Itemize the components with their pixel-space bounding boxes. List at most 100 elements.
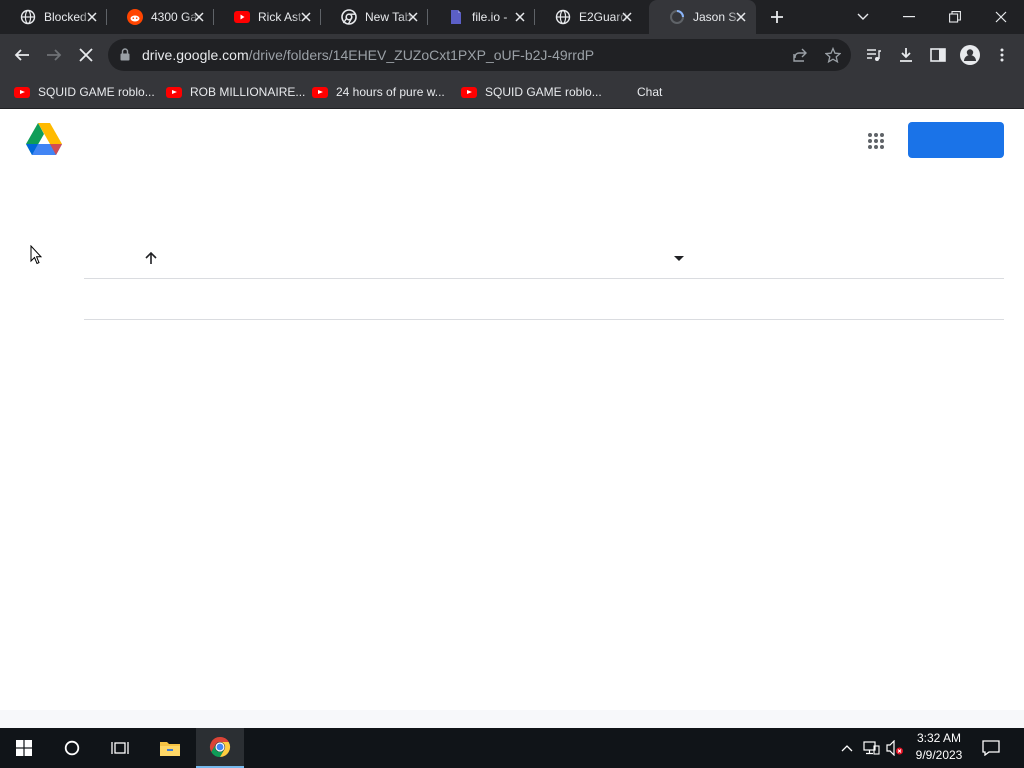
tab-youtube[interactable]: Rick Ast: [214, 0, 321, 34]
page-footer-strip: [0, 710, 1024, 728]
action-center-button[interactable]: [981, 738, 1001, 758]
address-bar[interactable]: drive.google.com/drive/folders/14EHEV_ZU…: [108, 39, 851, 71]
reddit-icon: [127, 9, 143, 25]
arrow-left-icon: [14, 49, 29, 61]
restore-button[interactable]: [932, 0, 978, 34]
bookmark-item[interactable]: ROB MILLIONAIRE...: [166, 83, 305, 101]
arrow-right-icon: [47, 49, 62, 61]
youtube-icon: [461, 86, 477, 98]
tab-search-button[interactable]: [840, 0, 886, 34]
bookmark-label: Chat: [637, 85, 663, 99]
google-apps-button[interactable]: [864, 129, 888, 153]
chevron-down-icon: [857, 13, 869, 20]
fileio-icon: [448, 9, 464, 25]
forward-button[interactable]: [40, 41, 68, 69]
tab-new-tab[interactable]: New Tab: [321, 0, 428, 34]
browser-toolbar: drive.google.com/drive/folders/14EHEV_ZU…: [0, 34, 1024, 76]
file-explorer-button[interactable]: [146, 728, 194, 768]
bookmark-label: ROB MILLIONAIRE...: [190, 85, 306, 99]
sort-ascending-button[interactable]: [144, 251, 158, 265]
sign-in-button[interactable]: [908, 122, 1004, 158]
bookmark-item[interactable]: Chat: [637, 83, 662, 101]
system-clock[interactable]: 3:32 AM 9/9/2023: [908, 730, 970, 764]
youtube-icon: [14, 86, 30, 98]
tab-e2guard[interactable]: E2Guard: [535, 0, 642, 34]
tab-fileio[interactable]: file.io -: [428, 0, 535, 34]
start-button[interactable]: [0, 728, 48, 768]
url-text[interactable]: drive.google.com/drive/folders/14EHEV_ZU…: [142, 47, 594, 63]
minimize-icon: [903, 16, 915, 18]
header-divider: [84, 278, 1004, 279]
star-icon[interactable]: [823, 45, 843, 65]
side-panel-button[interactable]: [924, 41, 952, 69]
youtube-icon: [166, 86, 182, 98]
stop-loading-button[interactable]: [72, 41, 100, 69]
volume-button[interactable]: [885, 738, 905, 758]
loading-icon: [669, 9, 685, 25]
chrome-icon: [341, 9, 357, 25]
minimize-button[interactable]: [886, 0, 932, 34]
plus-icon: [771, 11, 783, 23]
mouse-pointer-icon: [30, 245, 42, 265]
close-tab-icon[interactable]: [299, 10, 313, 24]
apps-grid-icon: [868, 133, 884, 149]
youtube-icon: [234, 9, 250, 25]
tab-active-drive[interactable]: Jason S: [649, 0, 756, 34]
arrow-up-icon: [145, 251, 157, 264]
tab-reddit[interactable]: 4300 Ga: [107, 0, 214, 34]
volume-muted-icon: [886, 740, 903, 756]
bookmark-item[interactable]: SQUID GAME roblo...: [461, 83, 602, 101]
chrome-taskbar-button[interactable]: [196, 728, 244, 768]
new-tab-button[interactable]: [766, 6, 788, 28]
cortana-icon: [64, 740, 80, 756]
search-button[interactable]: [48, 728, 96, 768]
globe-icon: [20, 9, 36, 25]
media-control-button[interactable]: [860, 41, 888, 69]
windows-icon: [16, 740, 32, 756]
tab-strip: Blocked 4300 Ga Rick Ast New Tab file.io…: [0, 0, 1024, 34]
restore-icon: [949, 11, 961, 23]
profile-icon: [960, 45, 980, 65]
youtube-icon: [312, 86, 328, 98]
column-dropdown-button[interactable]: [674, 256, 684, 262]
google-drive-logo[interactable]: [26, 123, 62, 155]
close-tab-icon[interactable]: [513, 10, 527, 24]
bookmark-label: SQUID GAME roblo...: [485, 85, 602, 99]
tab-blocked[interactable]: Blocked: [0, 0, 107, 34]
bookmark-label: 24 hours of pure w...: [336, 85, 445, 99]
globe-icon: [555, 9, 571, 25]
notification-icon: [982, 740, 1000, 756]
clock-time: 3:32 AM: [916, 731, 962, 745]
downloads-button[interactable]: [892, 41, 920, 69]
chrome-icon: [209, 736, 231, 758]
menu-button[interactable]: [988, 41, 1016, 69]
bookmark-item[interactable]: SQUID GAME roblo...: [14, 83, 155, 101]
url-path: /drive/folders/14EHEV_ZUZoCxt1PXP_oUF-b2…: [248, 47, 595, 63]
task-view-button[interactable]: [96, 728, 144, 768]
network-button[interactable]: [861, 738, 881, 758]
show-hidden-icons-button[interactable]: [837, 738, 857, 758]
folder-icon: [160, 742, 180, 756]
clock-date: 9/9/2023: [915, 748, 963, 762]
bookmark-label: SQUID GAME roblo...: [38, 85, 155, 99]
profile-button[interactable]: [956, 41, 984, 69]
share-icon[interactable]: [790, 45, 810, 65]
caret-down-icon: [674, 256, 684, 261]
close-tab-icon[interactable]: [192, 10, 206, 24]
playlist-icon: [867, 49, 881, 61]
lock-icon[interactable]: [120, 48, 130, 61]
close-icon: [79, 48, 93, 62]
back-button[interactable]: [8, 41, 36, 69]
bookmark-item[interactable]: 24 hours of pure w...: [312, 83, 445, 101]
url-host: drive.google.com: [142, 47, 249, 63]
close-tab-icon[interactable]: [85, 10, 99, 24]
close-tab-icon[interactable]: [734, 10, 748, 24]
close-tab-icon[interactable]: [620, 10, 634, 24]
side-panel-icon: [930, 48, 946, 62]
row-divider: [84, 319, 1004, 320]
task-view-icon: [111, 742, 129, 754]
download-icon: [900, 48, 912, 62]
more-vert-icon: [1000, 48, 1004, 62]
close-window-button[interactable]: [978, 0, 1024, 34]
close-tab-icon[interactable]: [406, 10, 420, 24]
